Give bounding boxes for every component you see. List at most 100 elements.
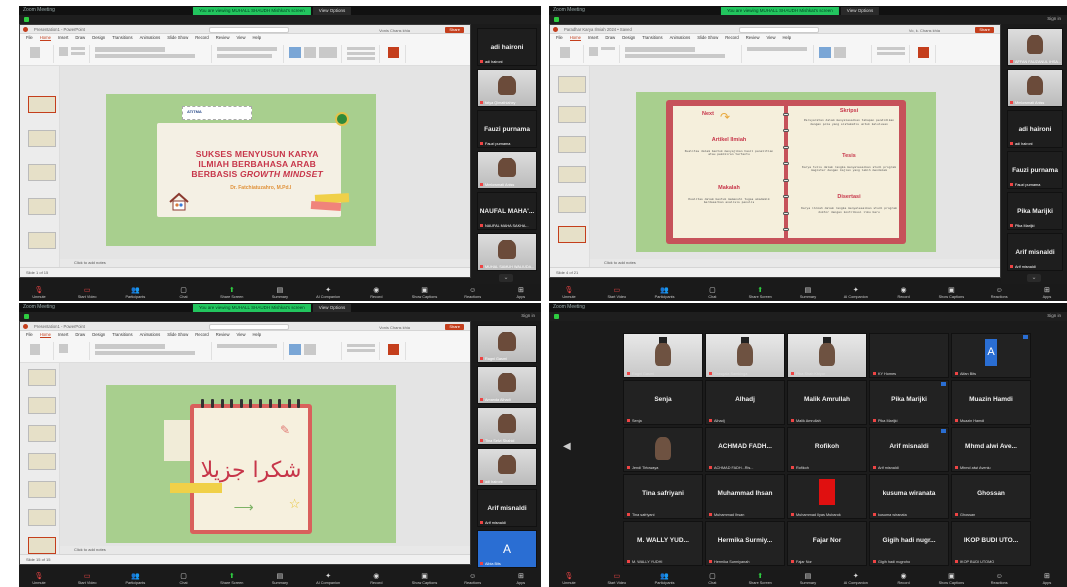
participant-tile[interactable]: adi haironi adi haironi [477,28,537,66]
slide-15[interactable]: ✎ شكرا جزيلا ⟶ ☆ [106,385,396,543]
toolbar-button[interactable]: ▤ Summary [794,287,822,299]
chevron-down-icon[interactable]: ⌄ [1027,274,1041,282]
slide-thumbnail[interactable] [28,369,56,386]
gallery-tile[interactable]: Tina safriyani Tina safriyani [623,474,703,519]
previous-page-icon[interactable]: ◀ [563,441,571,452]
gallery-tile[interactable]: KY Homes [869,333,949,378]
participant-tile[interactable]: AFFAN FAUZANUL IHSA... [1007,28,1063,66]
menu-item[interactable]: Review [746,35,760,40]
toolbar-button[interactable]: 🎙 Unmute [555,287,583,299]
toolbar-button[interactable]: ⬆ Share Screen [746,573,774,585]
slide-thumbnail[interactable] [558,106,586,123]
participant-tile[interactable]: adi haironi [477,448,537,486]
notes-area[interactable]: Click to add notes [60,546,470,554]
gallery-tile[interactable]: Ghossan Ghossan [951,474,1031,519]
menu-item[interactable]: View [236,332,245,337]
gallery-tile[interactable]: Grasgala Samkinga [705,333,785,378]
ribbon-group-clipboard[interactable] [26,45,54,63]
ribbon-group-font[interactable] [622,45,742,63]
participant-tile[interactable]: A Albia Bits [477,530,537,568]
ribbon-group-addins[interactable] [382,45,406,63]
ribbon-group-slides[interactable] [586,45,620,63]
sign-in-link[interactable]: Sign in [1047,16,1061,21]
shield-icon[interactable] [24,314,29,319]
gallery-tile[interactable]: IKOP BUDI UTO... IKOP BUDI UTOMO [951,521,1031,566]
toolbar-button[interactable]: ⊞ Apps [1033,573,1061,585]
participant-tile[interactable]: Mmlowmati Aniss [1007,69,1063,107]
ribbon-group-slides[interactable] [56,45,90,63]
ribbon-group-addins[interactable] [912,45,936,63]
toolbar-button[interactable]: ▣ Show Captions [937,573,965,585]
menu-item[interactable]: Help [782,35,791,40]
menu-item[interactable]: Slide Show [167,35,188,40]
ribbon-group-editing[interactable] [874,45,910,63]
toolbar-button[interactable]: 👥 Participants [121,287,149,299]
notes-area[interactable]: Click to add notes [590,259,1000,267]
menu-item[interactable]: File [26,35,33,40]
menu-item[interactable]: Design [622,35,635,40]
toolbar-button[interactable]: ▭ Start Video [603,287,631,299]
menu-item[interactable]: Help [252,35,261,40]
menu-item[interactable]: Animations [140,332,161,337]
ribbon-group-drawing[interactable] [816,45,872,63]
gallery-tile[interactable]: Gigih hadi nugr... Gigih hadi nugroho [869,521,949,566]
toolbar-button[interactable]: ☺ Reactions [985,573,1013,585]
menu-item[interactable]: Animations [670,35,691,40]
menu-item[interactable]: Home [39,35,51,41]
gallery-tile[interactable]: Muhammad Ilyas Mubarok [787,474,867,519]
participant-tile[interactable]: fatya Qimathiahxy [477,69,537,107]
ribbon-group-clipboard[interactable] [556,45,584,63]
slide-thumbnail[interactable] [28,537,56,554]
toolbar-button[interactable]: ☺ Reactions [985,287,1013,299]
participant-tile[interactable]: Mmlowmati Aniss [477,151,537,189]
ribbon-group-editing[interactable] [344,45,380,63]
menu-item[interactable]: Transitions [642,35,662,40]
toolbar-button[interactable]: ▭ Start Video [603,573,631,585]
slide-1[interactable]: ATITMA SUKSES MENYUSUN KARYA ILMIAH BERB… [106,94,376,246]
gallery-tile[interactable]: Senja Senja [623,380,703,425]
powerpoint-search-box[interactable] [209,323,289,330]
slide-thumbnail[interactable] [28,164,56,181]
slide-thumbnail[interactable] [28,232,56,249]
toolbar-button[interactable]: ⊞ Apps [1033,287,1061,299]
participant-tile[interactable]: Arif misnaldi Arif misnaldi [1007,233,1063,271]
slide-thumbnail[interactable] [558,166,586,183]
menu-item[interactable]: Slide Show [167,332,188,337]
ribbon-group-clipboard[interactable] [26,342,54,360]
view-options-button[interactable]: View Options [312,304,352,312]
participant-tile[interactable]: MUHAL SAMUH WALIUDA... [477,233,537,271]
powerpoint-search-box[interactable] [739,26,819,33]
toolbar-button[interactable]: ▣ Show Captions [411,287,439,299]
gallery-tile[interactable]: Pika Shah Khiyar [787,333,867,378]
toolbar-button[interactable]: ▭ Start Video [73,287,101,299]
menu-item[interactable]: Help [252,332,261,337]
menu-item[interactable]: View [236,35,245,40]
toolbar-button[interactable]: ▤ Summary [266,287,294,299]
slide-thumbnail[interactable] [28,96,56,113]
gallery-tile[interactable]: Muhammad Ihsan Muhammad Ihsan [705,474,785,519]
participant-tile[interactable]: Tina Selvi Shahid [477,407,537,445]
toolbar-button[interactable]: ▣ Show Captions [411,573,439,585]
ribbon-group-font[interactable] [92,342,212,360]
menu-item[interactable]: Design [92,35,105,40]
menu-item[interactable]: Insert [58,35,68,40]
gallery-tile[interactable]: Mhmd alwi Ave... Mhmd alwi Aveniu [951,427,1031,472]
view-options-button[interactable]: View Options [312,7,352,15]
toolbar-button[interactable]: ▢ Chat [170,573,198,585]
gallery-tile[interactable]: M. WALLY YUD... M. WALLY YUDHI [623,521,703,566]
participant-tile[interactable]: adi haironi adi haironi [1007,110,1063,148]
toolbar-button[interactable]: ◉ Record [362,573,390,585]
menu-item[interactable]: Draw [75,332,85,337]
participant-tile[interactable]: Arif misnaldi Arif misnaldi [477,489,537,527]
participant-tile[interactable]: Fauzi purnama Fauzi purnama [1007,151,1063,189]
menu-item[interactable]: Insert [58,332,68,337]
slide-thumbnail[interactable] [28,397,56,414]
gallery-tile[interactable]: Ragni Gasmi [623,333,703,378]
gallery-tile[interactable]: Alhadj Alhadj [705,380,785,425]
toolbar-button[interactable]: ▤ Summary [794,573,822,585]
toolbar-button[interactable]: ⊞ Apps [507,287,535,299]
participant-tile[interactable]: Amanda Alhadi [477,366,537,404]
participant-tile[interactable]: Ragni Gasmi [477,325,537,363]
view-options-button[interactable]: View Options [840,7,880,15]
sign-in-link[interactable]: Sign in [1047,313,1061,318]
